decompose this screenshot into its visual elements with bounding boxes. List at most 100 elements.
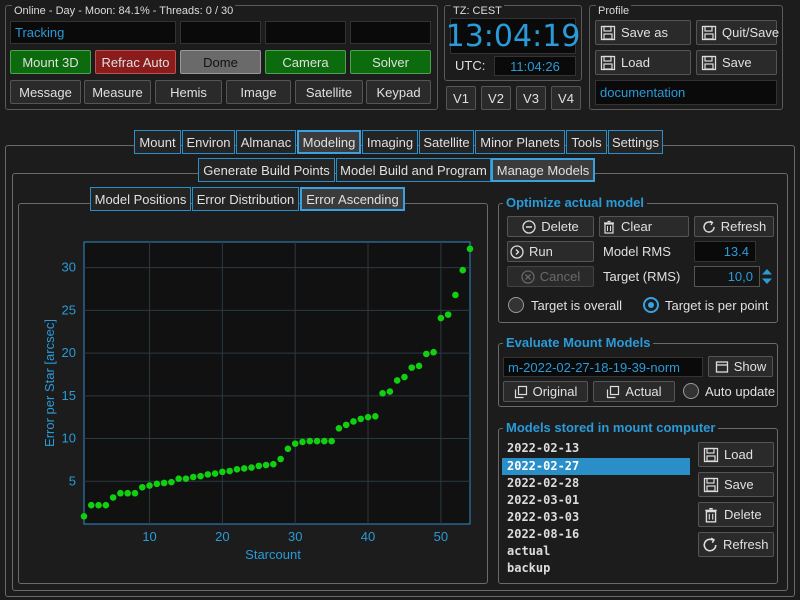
y-tick-label: 30 <box>62 260 76 275</box>
data-point <box>277 455 284 463</box>
data-point <box>168 478 175 486</box>
load-icon <box>703 447 719 463</box>
data-point <box>313 437 321 445</box>
data-point <box>466 245 474 253</box>
refresh-rms-button[interactable]: Refresh <box>694 216 774 237</box>
data-point <box>197 472 204 480</box>
data-point <box>284 445 292 453</box>
auto-update-toggle[interactable] <box>683 383 699 399</box>
stored-models-list[interactable]: 2022-02-13 2022-02-27 2022-02-28 2022-03… <box>502 440 690 578</box>
data-point <box>459 266 467 274</box>
x-tick-label: 20 <box>215 529 229 544</box>
data-point <box>452 291 459 299</box>
copy-icon <box>514 385 528 399</box>
delete-points-label: Delete <box>541 219 579 234</box>
target-rms-text: 10,0 <box>727 269 753 284</box>
y-tick-label: 25 <box>62 302 76 317</box>
data-point <box>87 501 95 509</box>
y-tick-label: 10 <box>62 431 76 446</box>
data-point <box>430 348 437 356</box>
data-point <box>262 461 270 469</box>
cancel-button[interactable]: Cancel <box>507 266 594 287</box>
model-rms-text: 13.4 <box>723 244 749 259</box>
target-rms-label: Target (RMS) <box>603 269 681 284</box>
show-model-label: Show <box>733 359 767 374</box>
x-ticks: 10 20 30 40 50 <box>142 529 448 544</box>
data-point <box>146 482 153 489</box>
data-point <box>124 489 131 497</box>
save-model-button[interactable]: Save <box>698 472 774 497</box>
copy-icon <box>606 385 620 399</box>
stored-models-title: Models stored in mount computer <box>503 420 719 435</box>
refresh-models-button[interactable]: Refresh <box>698 532 774 557</box>
original-label: Original <box>532 384 578 399</box>
clear-button[interactable]: Clear <box>599 216 689 237</box>
data-point <box>233 466 241 473</box>
data-point <box>386 388 394 395</box>
data-point <box>153 480 161 488</box>
data-point <box>219 468 226 476</box>
show-model-button[interactable]: Show <box>708 356 773 377</box>
y-axis-label: Error per Star [arcsec] <box>42 319 57 447</box>
window-icon <box>715 360 729 374</box>
evaluate-model-field: m-2022-02-27-18-19-39-norm <box>503 357 703 377</box>
target-rms-stepper[interactable] <box>760 266 774 287</box>
data-point <box>109 494 117 501</box>
list-item-selected[interactable]: 2022-02-27 <box>502 458 690 475</box>
y-ticks: 5 10 15 20 25 30 <box>62 260 76 489</box>
target-overall-radio[interactable] <box>508 297 524 313</box>
data-point <box>328 437 335 445</box>
save-model-label: Save <box>724 477 754 492</box>
data-point <box>401 373 408 381</box>
y-tick-label: 5 <box>69 473 76 488</box>
data-point <box>95 501 102 509</box>
trash-icon <box>703 507 719 523</box>
target-per-point-radio[interactable] <box>643 297 659 313</box>
stepper-arrows-icon <box>762 269 772 284</box>
run-button[interactable]: Run <box>507 241 594 262</box>
save-icon <box>703 477 719 493</box>
x-tick-label: 50 <box>434 529 448 544</box>
refresh-models-label: Refresh <box>723 537 769 552</box>
data-point <box>299 438 306 446</box>
list-item[interactable]: 2022-08-16 <box>502 526 690 543</box>
data-point <box>240 465 248 472</box>
data-point <box>415 362 423 370</box>
list-item[interactable]: 2022-03-03 <box>502 509 690 526</box>
model-rms-label: Model RMS <box>603 244 671 259</box>
actual-label: Actual <box>625 384 662 399</box>
delete-model-label: Delete <box>724 507 762 522</box>
data-point <box>80 513 88 520</box>
data-point <box>408 364 416 371</box>
delete-model-button[interactable]: Delete <box>698 502 774 527</box>
model-rms-value: 13.4 <box>694 241 756 262</box>
delete-points-button[interactable]: Delete <box>507 216 594 237</box>
list-item[interactable]: backup <box>502 560 690 577</box>
data-point <box>175 475 182 483</box>
load-model-label: Load <box>724 447 753 462</box>
data-point <box>423 350 430 358</box>
data-point <box>306 437 314 445</box>
original-button[interactable]: Original <box>503 381 588 402</box>
minus-circle-icon <box>522 219 536 234</box>
target-rms-input[interactable]: 10,0 <box>694 266 760 287</box>
data-point <box>131 489 139 497</box>
list-item[interactable]: 2022-02-13 <box>502 440 690 457</box>
data-point <box>372 413 379 420</box>
optimize-title: Optimize actual model <box>503 195 647 210</box>
list-item[interactable]: actual <box>502 543 690 560</box>
x-axis-label: Starcount <box>245 547 301 562</box>
list-item[interactable]: 2022-02-28 <box>502 475 690 492</box>
list-item[interactable]: 2022-03-01 <box>502 492 690 509</box>
actual-button[interactable]: Actual <box>593 381 675 402</box>
data-point <box>364 413 372 421</box>
load-model-button[interactable]: Load <box>698 442 774 467</box>
data-point <box>335 424 343 432</box>
data-point <box>138 483 146 491</box>
data-point <box>255 462 263 470</box>
data-point <box>204 471 212 478</box>
x-tick-label: 10 <box>142 529 156 544</box>
data-point <box>444 311 452 318</box>
data-point <box>437 314 445 322</box>
data-point <box>182 475 190 483</box>
